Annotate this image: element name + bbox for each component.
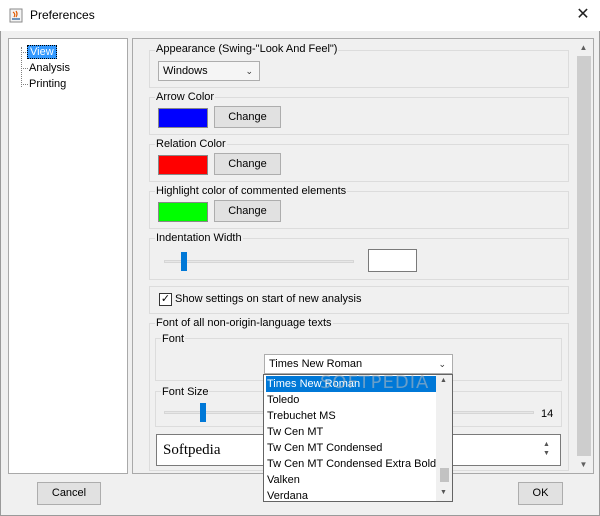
font-label: Font [161, 333, 186, 345]
font-option[interactable]: Trebuchet MS [266, 408, 436, 424]
indentation-slider-thumb[interactable] [181, 252, 187, 271]
look-and-feel-value: Windows [163, 65, 208, 77]
dropdown-scrollbar[interactable] [436, 375, 452, 501]
arrow-color-change-button[interactable]: Change [214, 106, 281, 128]
preview-spinner-icon[interactable]: ▲ ▼ [543, 440, 550, 458]
font-select-value: Times New Roman [269, 358, 363, 370]
highlight-color-change-button[interactable]: Change [214, 200, 281, 222]
tree-item-printing[interactable]: Printing [29, 77, 66, 91]
show-settings-checkbox[interactable]: ✓ [159, 293, 172, 306]
font-section-label: Font of all non-origin-language texts [155, 317, 333, 329]
chevron-down-icon: ⌄ [245, 66, 253, 76]
highlight-color-swatch [158, 202, 208, 222]
font-size-value: 14 [541, 408, 554, 420]
cancel-button[interactable]: Cancel [37, 482, 101, 505]
relation-color-label: Relation Color [155, 138, 227, 150]
relation-color-change-button[interactable]: Change [214, 153, 281, 175]
arrow-color-swatch [158, 108, 208, 128]
arrow-color-label: Arrow Color [155, 91, 216, 103]
look-and-feel-select[interactable]: Windows ⌄ [158, 61, 260, 81]
preferences-tree: View Analysis Printing [8, 38, 128, 474]
indentation-group [149, 238, 569, 280]
window-title: Preferences [30, 8, 95, 22]
tree-item-analysis[interactable]: Analysis [29, 61, 70, 75]
font-size-slider-thumb[interactable] [200, 403, 206, 422]
scroll-up-icon[interactable]: ▲ [440, 377, 447, 384]
font-option[interactable]: Verdana [266, 488, 436, 501]
close-icon[interactable]: ✕ [566, 0, 600, 31]
watermark-text: SOFTPEDIA [320, 372, 430, 393]
font-option[interactable]: Valken [266, 472, 436, 488]
font-size-label: Font Size [161, 386, 210, 398]
font-option[interactable]: Tw Cen MT Condensed Extra Bold [266, 456, 436, 472]
ok-button[interactable]: OK [518, 482, 563, 505]
tree-connector [21, 47, 22, 87]
scroll-down-icon[interactable]: ▼ [574, 456, 593, 473]
tree-connector [21, 84, 28, 85]
relation-color-swatch [158, 155, 208, 175]
font-option[interactable]: Tw Cen MT Condensed [266, 440, 436, 456]
font-preview-text: Softpedia [163, 442, 221, 458]
title-bar: Preferences ✕ [0, 0, 600, 31]
scroll-up-icon[interactable]: ▲ [574, 39, 593, 56]
appearance-label: Appearance (Swing-"Look And Feel") [155, 43, 339, 55]
dropdown-scroll-thumb[interactable] [440, 468, 449, 482]
indentation-label: Indentation Width [155, 232, 243, 244]
font-select[interactable]: Times New Roman ⌄ [264, 354, 453, 374]
font-option[interactable]: Tw Cen MT [266, 424, 436, 440]
indentation-slider-track[interactable] [164, 260, 354, 263]
indentation-width-input[interactable] [368, 249, 417, 272]
font-option[interactable]: Toledo [266, 392, 436, 408]
font-dropdown-list[interactable]: Times New Roman Toledo Trebuchet MS Tw Cen … [263, 374, 453, 502]
chevron-down-icon: ⌄ [438, 359, 446, 369]
java-icon [9, 8, 23, 23]
scroll-down-icon[interactable]: ▼ [440, 489, 447, 496]
show-settings-label: Show settings on start of new analysis [175, 293, 362, 305]
tree-item-view[interactable]: View [27, 45, 57, 59]
highlight-color-label: Highlight color of commented elements [155, 185, 348, 197]
scrollbar-thumb[interactable] [577, 56, 591, 456]
tree-connector [21, 68, 28, 69]
